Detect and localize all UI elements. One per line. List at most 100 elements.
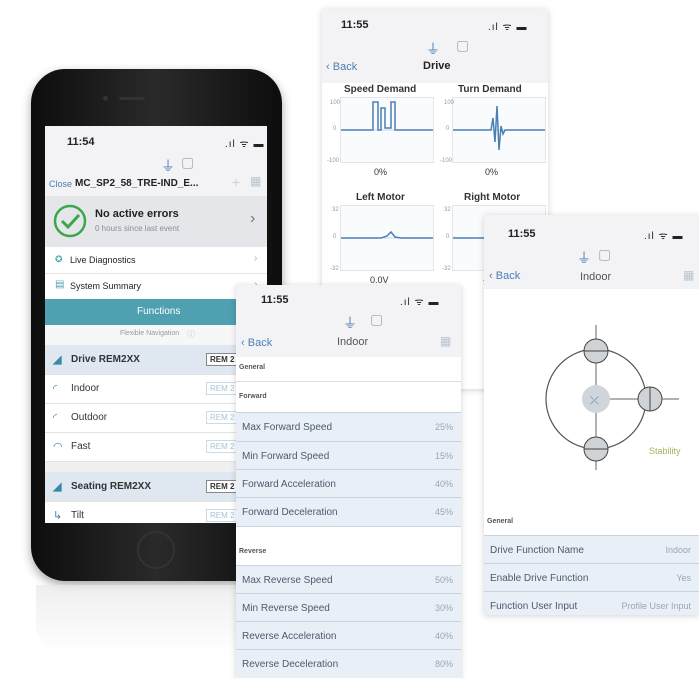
- function-name: Seating REM2XX: [71, 481, 152, 492]
- close-button[interactable]: Close: [49, 179, 72, 189]
- drive-tab-icon[interactable]: ⏚: [577, 248, 591, 268]
- drive-tab-icon[interactable]: ⏚: [161, 156, 175, 176]
- setting-value: Indoor: [665, 545, 691, 555]
- add-icon[interactable]: +: [232, 174, 240, 190]
- page-title: Indoor: [337, 336, 369, 348]
- setting-label: Min Reverse Speed: [242, 603, 330, 614]
- seat-icon: ◢: [53, 481, 62, 493]
- front-camera: [103, 96, 108, 101]
- function-group-drive[interactable]: ◢ Drive REM2XX REM 2: [45, 345, 267, 375]
- document-tab-icon[interactable]: ▢: [456, 37, 469, 54]
- setting-row[interactable]: Min Forward Speed 15%: [236, 441, 461, 470]
- turn-y-mid: 0: [446, 126, 450, 132]
- setting-value: 40%: [434, 479, 453, 489]
- turn-demand-value: 0%: [485, 167, 499, 177]
- status-icons: .ıl ᯤ ▬: [488, 22, 528, 33]
- status-time: 11:55: [341, 19, 369, 31]
- error-status-banner[interactable]: No active errors 0 hours since last even…: [45, 196, 267, 247]
- setting-label: Max Forward Speed: [242, 422, 333, 433]
- errors-subtitle: 0 hours since last event: [95, 224, 180, 233]
- setting-row[interactable]: Enable Drive Function Yes: [484, 563, 699, 592]
- diagnostics-icon: ✪: [55, 254, 63, 264]
- stability-label[interactable]: Stability: [649, 446, 681, 456]
- setting-label: Min Forward Speed: [242, 451, 330, 462]
- turn-y-bot: -100: [440, 158, 453, 164]
- function-name: Tilt: [71, 510, 84, 521]
- left-y-top: 32: [332, 207, 339, 213]
- setting-value: Profile User Input: [621, 601, 691, 611]
- chevron-right-icon: ›: [254, 253, 258, 264]
- errors-title: No active errors: [95, 208, 179, 220]
- function-item-fast[interactable]: ◠ Fast REM 2: [45, 432, 267, 462]
- setting-label: Function User Input: [490, 601, 578, 612]
- setting-row[interactable]: Max Reverse Speed 50%: [236, 565, 461, 594]
- rem-badge: REM 2: [206, 480, 239, 493]
- setting-row[interactable]: Function User Input Profile User Input: [484, 591, 699, 615]
- setting-value: 30%: [434, 603, 453, 613]
- flexible-navigation-label: Flexible Navigation: [120, 330, 180, 337]
- setting-value: 40%: [434, 631, 453, 641]
- back-button[interactable]: ‹ Back: [489, 270, 520, 282]
- page-title: Drive: [423, 60, 451, 72]
- drive-tab-icon[interactable]: ⏚: [343, 313, 357, 333]
- menu-item-live-diagnostics[interactable]: ✪ Live Diagnostics ›: [45, 247, 267, 274]
- function-item-indoor[interactable]: ◜ Indoor REM 2: [45, 374, 267, 404]
- back-button[interactable]: ‹ Back: [326, 61, 357, 73]
- setting-row[interactable]: Forward Acceleration 40%: [236, 469, 461, 498]
- function-name: Indoor: [71, 383, 100, 394]
- speed-y-top: 100: [330, 100, 341, 106]
- setting-row[interactable]: Drive Function Name Indoor: [484, 535, 699, 564]
- left-motor-chart: [340, 205, 434, 271]
- speed-y-mid: 0: [333, 126, 337, 132]
- turn-demand-trace: [453, 105, 545, 151]
- left-motor-trace: [341, 230, 433, 239]
- status-icons: .ıl ᯤ ▬: [400, 297, 440, 308]
- home-button[interactable]: [137, 531, 175, 569]
- checkmark-icon: [53, 204, 87, 238]
- setting-row[interactable]: Min Reverse Speed 30%: [236, 593, 461, 622]
- right-motor-label: Right Motor: [464, 192, 521, 203]
- speed-gauge-icon: ◠: [53, 441, 63, 453]
- function-item-outdoor[interactable]: ◜ Outdoor REM 2: [45, 403, 267, 433]
- function-name: Outdoor: [71, 412, 108, 423]
- calendar-icon[interactable]: ▦: [440, 334, 451, 348]
- status-icons: .ıl ᯤ ▬: [225, 139, 265, 150]
- function-item-tilt[interactable]: ↳ Tilt REM 2: [45, 501, 267, 523]
- svg-text:⤫: ⤫: [590, 394, 599, 407]
- drive-tab-icon[interactable]: ⏚: [426, 39, 440, 59]
- setting-row[interactable]: Forward Deceleration 45%: [236, 497, 461, 527]
- right-y-bot: -32: [442, 266, 451, 272]
- rem-badge: REM 2: [206, 353, 239, 366]
- setting-row[interactable]: Reverse Acceleration 40%: [236, 621, 461, 650]
- drive-icon: ◢: [53, 354, 62, 366]
- status-time: 11:55: [508, 228, 536, 240]
- calendar-icon[interactable]: ▦: [683, 268, 694, 282]
- document-tab-icon[interactable]: ▢: [370, 311, 383, 328]
- setting-row[interactable]: Reverse Deceleration 80%: [236, 649, 461, 678]
- info-icon[interactable]: ⓘ: [187, 329, 195, 340]
- menu-item-system-summary[interactable]: ▤ System Summary ›: [45, 273, 267, 300]
- turn-y-top: 100: [444, 100, 455, 106]
- section-forward: Forward: [239, 393, 267, 400]
- setting-label: Enable Drive Function: [490, 573, 589, 584]
- document-tab-icon[interactable]: ▢: [598, 246, 611, 263]
- rem-badge: REM 2: [206, 440, 239, 453]
- document-tab-icon[interactable]: ▢: [181, 154, 194, 171]
- indoor-stability-screen: 11:55 .ıl ᯤ ▬ ⏚ ▢ ‹ Back Indoor ▦ ⤫ Stab…: [484, 215, 699, 615]
- divider: [236, 381, 461, 382]
- rem-badge: REM 2: [206, 382, 239, 395]
- document-icon: ▤: [55, 279, 65, 290]
- function-group-seating[interactable]: ◢ Seating REM2XX REM 2: [45, 472, 267, 502]
- rem-badge: REM 2: [206, 509, 239, 522]
- setting-label: Drive Function Name: [490, 545, 584, 556]
- section-reverse: Reverse: [239, 548, 267, 555]
- speaker-grille: [119, 97, 145, 100]
- functions-label: Functions: [137, 306, 181, 317]
- flexible-navigation-bar[interactable]: Flexible Navigation ⓘ: [45, 325, 267, 345]
- calendar-icon[interactable]: ▦: [250, 174, 261, 188]
- setting-label: Reverse Deceleration: [242, 659, 339, 670]
- back-button[interactable]: ‹ Back: [241, 337, 272, 349]
- speed-demand-label: Speed Demand: [344, 84, 417, 95]
- setting-row[interactable]: Max Forward Speed 25%: [236, 412, 461, 441]
- functions-header: Functions: [45, 299, 267, 325]
